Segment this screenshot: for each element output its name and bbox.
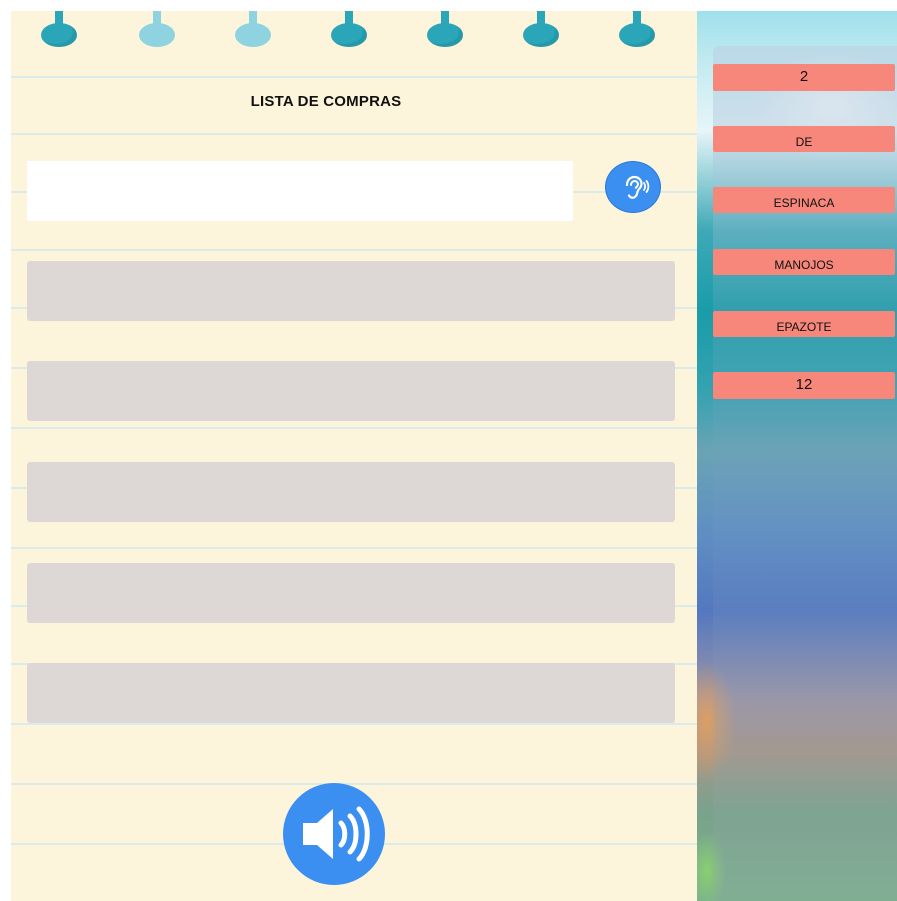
word-chip[interactable]: 12	[713, 372, 895, 399]
rule-line	[11, 133, 697, 135]
rule-line	[11, 427, 697, 429]
list-slot[interactable]	[27, 261, 675, 321]
page-title: LISTA DE COMPRAS	[250, 93, 402, 110]
list-slot[interactable]	[27, 663, 675, 723]
list-slot[interactable]	[27, 462, 675, 522]
word-chip[interactable]: EPAZOTE	[713, 311, 895, 337]
word-chip[interactable]: ESPINACA	[713, 187, 895, 213]
spiral-ring-icon	[139, 11, 175, 49]
app-canvas: LISTA DE COMPRAS 2 DE ESPINACA MANOJOS E…	[0, 0, 897, 901]
rule-line	[11, 723, 697, 725]
spiral-ring-icon	[331, 11, 367, 49]
word-chip[interactable]: 2	[713, 64, 895, 91]
rule-line	[11, 547, 697, 549]
speaker-volume-icon	[303, 806, 370, 862]
list-slot[interactable]	[27, 361, 675, 421]
notebook-page: LISTA DE COMPRAS	[11, 11, 697, 901]
item-input[interactable]	[27, 161, 573, 221]
word-bank-panel	[713, 46, 897, 901]
rule-line	[11, 783, 697, 785]
rule-line	[11, 76, 697, 78]
list-slot[interactable]	[27, 563, 675, 623]
word-chip[interactable]: MANOJOS	[713, 249, 895, 275]
spiral-ring-icon	[523, 11, 559, 49]
listen-button[interactable]	[605, 161, 661, 213]
spiral-ring-icon	[41, 11, 77, 49]
spiral-ring-icon	[427, 11, 463, 49]
spiral-ring-icon	[235, 11, 271, 49]
spiral-ring-icon	[619, 11, 655, 49]
ear-sound-icon	[625, 175, 650, 199]
word-chip[interactable]: DE	[713, 126, 895, 152]
rule-line	[11, 249, 697, 251]
speaker-button[interactable]	[283, 783, 385, 885]
